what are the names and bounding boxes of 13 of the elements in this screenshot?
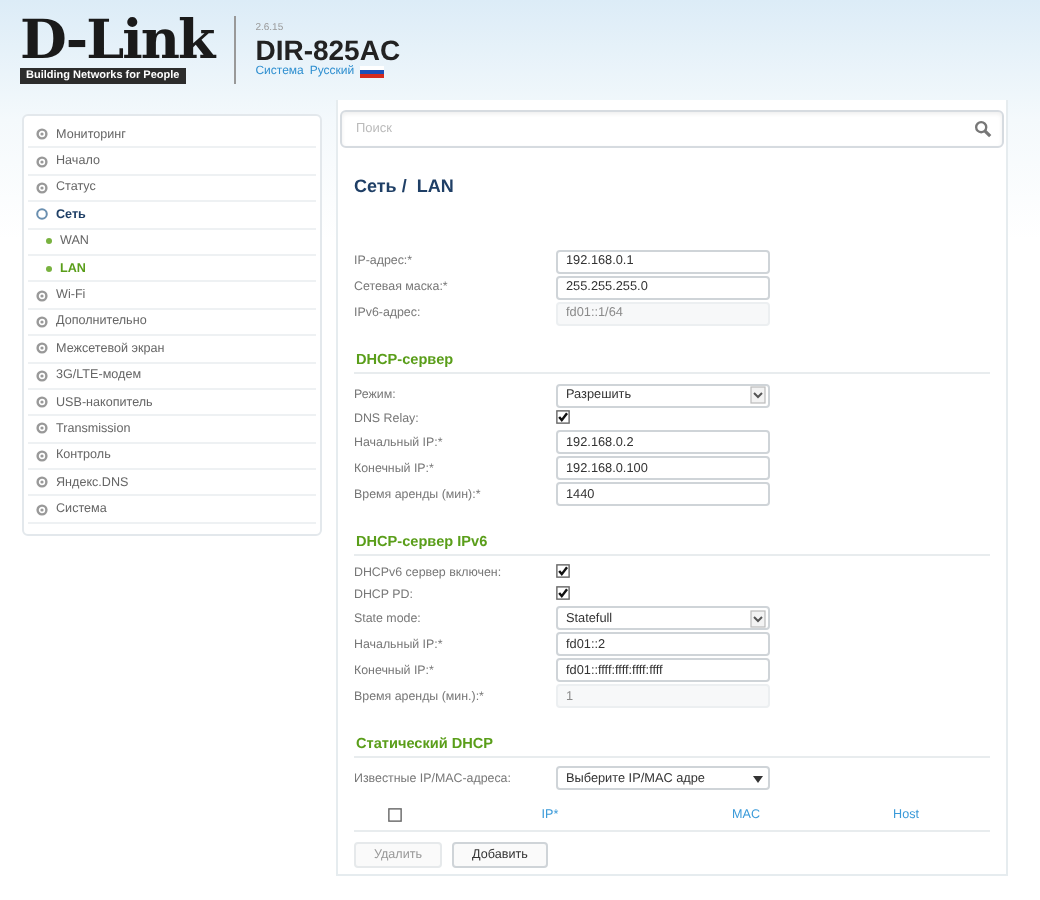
caret-icon	[750, 609, 766, 627]
checkbox[interactable]	[556, 564, 570, 579]
select-all-checkbox[interactable]	[387, 808, 401, 822]
model-name: DIR-825AC	[255, 36, 401, 64]
flag-icon[interactable]	[360, 66, 385, 78]
checkbox[interactable]	[556, 585, 570, 600]
search-icon[interactable]	[974, 120, 992, 138]
bullet-icon	[46, 238, 52, 245]
bullet-icon	[46, 265, 52, 272]
page-title: Сеть / LAN	[354, 176, 456, 196]
brand-logo: D-Link	[20, 16, 214, 68]
checkbox[interactable]	[556, 409, 570, 424]
caret-icon	[750, 386, 766, 404]
